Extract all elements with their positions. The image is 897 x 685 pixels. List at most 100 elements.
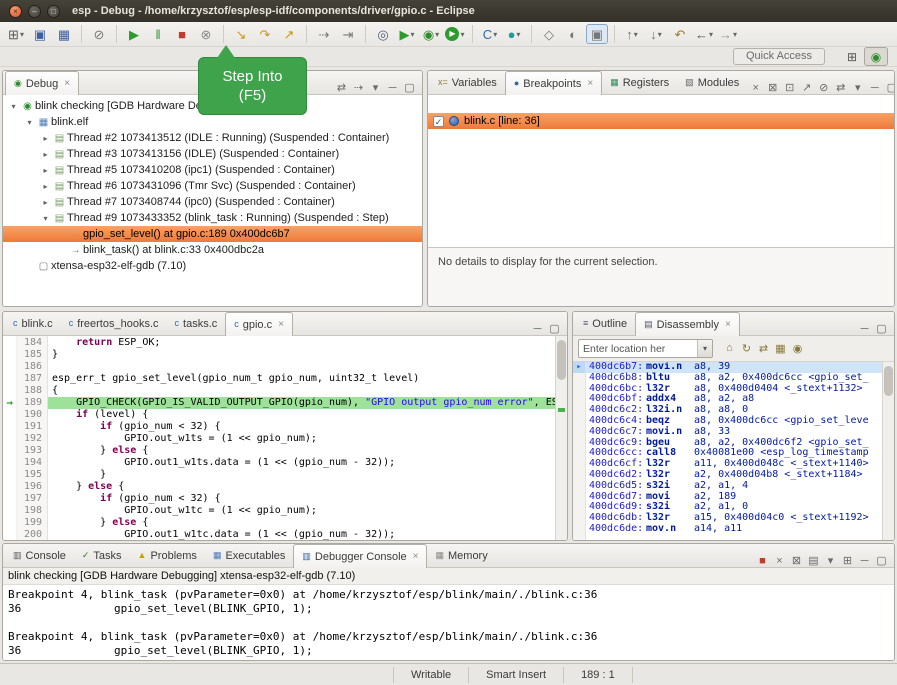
tab-executables[interactable]: ▦Executables [205, 544, 293, 567]
link-with-editor-icon[interactable]: ⇄ [333, 81, 350, 94]
tab-variables[interactable]: x=Variables [430, 71, 505, 94]
code-line[interactable]: GPIO.out1_w1ts.data = (1 << (gpio_num - … [48, 457, 555, 469]
code-line[interactable]: { [48, 385, 555, 397]
chevron-down-icon[interactable]: ▾ [697, 340, 712, 357]
code-line[interactable]: if (gpio_num < 32) { [48, 493, 555, 505]
location-combo-value[interactable]: Enter location her [579, 343, 697, 355]
step-return-button[interactable]: ↗ [278, 24, 300, 44]
tab-tasks-c[interactable]: ctasks.c [167, 312, 226, 335]
external-tools-button[interactable]: ▶▾ [396, 24, 418, 44]
clear-console-icon[interactable]: ▤ [805, 554, 822, 567]
use-step-filters-button[interactable]: ⇥ [337, 24, 359, 44]
forward-button[interactable]: →▾ [717, 24, 739, 44]
step-into-button[interactable]: ↘ [230, 24, 252, 44]
tab-registers[interactable]: ▦Registers [602, 71, 677, 94]
minimize-icon[interactable]: ─ [866, 82, 883, 94]
code-line[interactable]: } else { [48, 481, 555, 493]
expander-icon[interactable]: ▾ [39, 214, 52, 223]
show-opcodes-icon[interactable]: ▦ [772, 342, 789, 355]
resume-button[interactable]: ▶ [123, 24, 145, 44]
code-line[interactable]: } else { [48, 445, 555, 457]
open-perspective-button[interactable]: ⊞ [840, 47, 864, 66]
back-button[interactable]: ←▾ [693, 24, 715, 44]
disconnect-button[interactable]: ⊗ [195, 24, 217, 44]
code-line[interactable]: esp_err_t gpio_set_level(gpio_num_t gpio… [48, 373, 555, 385]
code-line[interactable]: GPIO.out_w1tc = (1 << gpio_num); [48, 505, 555, 517]
maximize-icon[interactable]: ▢ [873, 554, 890, 567]
tab-debugger-console[interactable]: ▥Debugger Console× [293, 544, 427, 568]
remove-launch-icon[interactable]: × [771, 555, 788, 567]
save-all-button[interactable]: ▦ [53, 24, 75, 44]
save-button[interactable]: ▣ [29, 24, 51, 44]
maximize-icon[interactable]: ▢ [401, 81, 418, 94]
disassembly-row[interactable]: 400dc6b8:bltua8, a2, 0x400dc6cc <gpio_se… [586, 373, 882, 384]
quick-access-button[interactable]: Quick Access [733, 48, 825, 65]
mark-occurrences-button[interactable]: ▣ [586, 24, 608, 44]
previous-annotation-button[interactable]: ↑▾ [621, 24, 643, 44]
minimize-icon[interactable]: ─ [856, 323, 873, 335]
tab-problems[interactable]: ▲Problems [130, 544, 205, 567]
minimize-icon[interactable]: ─ [384, 82, 401, 94]
breakpoint-row[interactable]: ✓blink.c [line: 36] [428, 113, 894, 129]
scrollbar-thumb[interactable] [884, 366, 893, 396]
code-line[interactable]: GPIO.out1_w1tc.data = (1 << (gpio_num - … [48, 529, 555, 540]
instruction-stepping-mode-icon[interactable]: ⇢ [350, 81, 367, 94]
new-c-source-button[interactable]: C▾ [479, 24, 501, 44]
tab-memory[interactable]: ▦Memory [427, 544, 495, 567]
expander-icon[interactable]: ▸ [39, 134, 52, 143]
debug-tree-row[interactable]: ▢xtensa-esp32-elf-gdb (7.10) [3, 258, 422, 274]
disassembly-row[interactable]: 400dc6de:mov.na14, a11 [586, 524, 882, 535]
tab-blink-c[interactable]: cblink.c [5, 312, 61, 335]
tab-tasks[interactable]: ✓Tasks [74, 544, 130, 567]
close-icon[interactable]: × [278, 319, 284, 330]
instruction-stepping-button[interactable]: ⇢ [313, 24, 335, 44]
refresh-icon[interactable]: ↻ [738, 342, 755, 355]
home-icon[interactable]: ⌂ [721, 342, 738, 355]
code-line[interactable]: } else { [48, 517, 555, 529]
code-line[interactable]: if (gpio_num < 32) { [48, 421, 555, 433]
disassembly-row[interactable]: 400dc6c7:movi.na8, 33 [586, 427, 882, 438]
remove-all-launches-icon[interactable]: ⊠ [788, 554, 805, 567]
tab-disassembly[interactable]: ▤Disassembly× [635, 312, 740, 336]
view-menu-icon[interactable]: ▾ [849, 81, 866, 94]
expander-icon[interactable]: ▾ [23, 118, 36, 127]
remove-all-breakpoints-icon[interactable]: ⊠ [764, 81, 781, 94]
close-icon[interactable]: × [413, 551, 419, 562]
run-button[interactable]: ▶▾ [444, 24, 466, 44]
window-close-button[interactable]: × [9, 5, 22, 18]
code-line[interactable]: GPIO.out_w1ts = (1 << gpio_num); [48, 433, 555, 445]
expander-icon[interactable]: ▾ [7, 102, 20, 111]
debug-tree-row[interactable]: ▾▤Thread #9 1073433352 (blink_task : Run… [3, 210, 422, 226]
display-selected-console-icon[interactable]: ▾ [822, 554, 839, 567]
code-line[interactable]: } [48, 469, 555, 481]
debug-tree-row[interactable]: ▸▤Thread #6 1073431096 (Tmr Svc) (Suspen… [3, 178, 422, 194]
debug-button[interactable]: ◉▾ [420, 24, 442, 44]
disassembly-row[interactable]: 400dc6d5:s32ia2, a1, 4 [586, 481, 882, 492]
expander-icon[interactable]: ▸ [39, 166, 52, 175]
debug-perspective-button[interactable]: ◉ [864, 47, 888, 66]
maximize-icon[interactable]: ▢ [546, 322, 563, 335]
terminate-button[interactable]: ■ [171, 24, 193, 44]
editor-scrollbar[interactable] [555, 336, 567, 540]
code-line[interactable] [48, 361, 555, 373]
sync-with-debug-icon[interactable]: ⇄ [755, 342, 772, 355]
debug-tree-row[interactable]: ▸▤Thread #2 1073413512 (IDLE : Running) … [3, 130, 422, 146]
new-wizard-button[interactable]: ⊞▾ [5, 24, 27, 44]
code-editor[interactable]: → 18418518618718818919019119219319419519… [3, 336, 567, 540]
expander-icon[interactable]: ▸ [39, 150, 52, 159]
new-class-button[interactable]: ●▾ [503, 24, 525, 44]
suspend-button[interactable]: ‖ [147, 24, 169, 44]
tab-console[interactable]: ▥Console [5, 544, 74, 567]
breakpoint-checkbox[interactable]: ✓ [433, 116, 444, 127]
code-line[interactable]: if (level) { [48, 409, 555, 421]
last-edit-location-button[interactable]: ↶ [669, 24, 691, 44]
terminate-icon[interactable]: ■ [754, 555, 771, 567]
tab-breakpoints[interactable]: ●Breakpoints× [505, 71, 602, 95]
location-combo[interactable]: Enter location her ▾ [578, 339, 713, 358]
tab-outline[interactable]: ≡Outline [575, 312, 635, 335]
debug-tree-row[interactable]: →blink_task() at blink.c:33 0x400dbc2a [3, 242, 422, 258]
search-button[interactable]: ◎ [372, 24, 394, 44]
view-menu-icon[interactable]: ▾ [367, 81, 384, 94]
tab-freertos-hooks-c[interactable]: cfreertos_hooks.c [61, 312, 167, 335]
debug-tree-row[interactable]: ▸▤Thread #7 1073408744 (ipc0) (Suspended… [3, 194, 422, 210]
